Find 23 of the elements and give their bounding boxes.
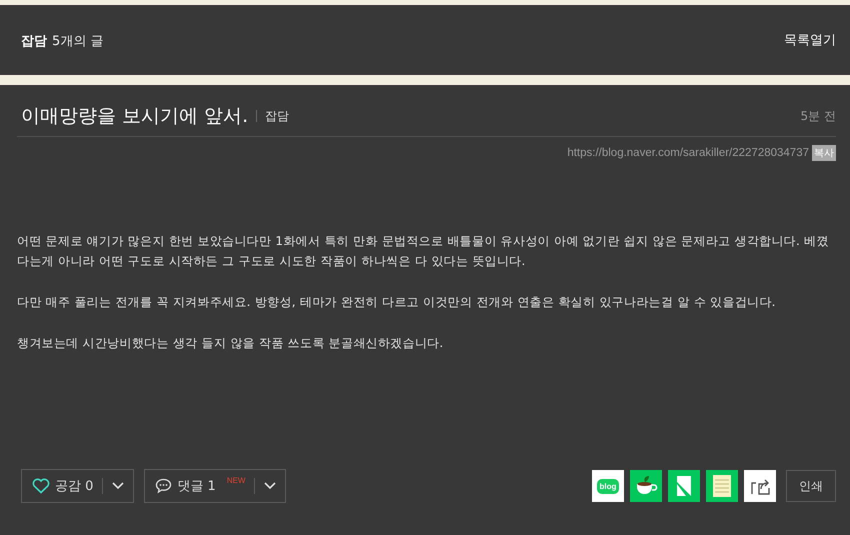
list-toggle-link[interactable]: 목록열기 bbox=[784, 31, 836, 49]
new-label: NEW bbox=[226, 476, 246, 485]
category-name: 잡담 bbox=[21, 34, 47, 49]
share-button[interactable] bbox=[744, 470, 776, 502]
speech-bubble-icon bbox=[155, 478, 172, 494]
cafe-share-button[interactable] bbox=[630, 470, 662, 502]
post-title: 이매망량을 보시기에 앞서. bbox=[21, 104, 248, 129]
post-category-link[interactable]: 잡담 bbox=[256, 110, 290, 122]
bookmark-k-icon bbox=[674, 475, 694, 497]
heart-icon bbox=[32, 478, 50, 494]
post-paragraph: 다만 매주 풀리는 전개를 꼭 지켜봐주세요. 방향성, 테마가 완전히 다르고 이것만의 전개와 연출은 확실히 있구나라는걸 알 수 있을겁니다. bbox=[17, 294, 777, 311]
cup-icon bbox=[634, 475, 658, 497]
share-icon bbox=[750, 477, 770, 495]
notepad-icon bbox=[712, 474, 732, 498]
blog-logo: blog bbox=[596, 478, 620, 494]
post-paragraph: 챙겨보는데 시간낭비했다는 생각 들지 않을 작품 쓰도록 분골쇄신하겠습니다. bbox=[17, 335, 445, 352]
post-count: 5개의 글 bbox=[52, 34, 104, 49]
post-url: https://blog.naver.com/sarakiller/222728034737 bbox=[567, 147, 809, 159]
post-paragraph: 어떤 문제로 얘기가 많은지 한번 보았습니다만 1화에서 특히 만화 문법적으로 배틀물이 유사성이 아예 없기란 쉽지 않은 문제라고 생각합니다. 베꼈다는게 아니라 어떤 구도로 시작하든 그 구도로 시도한 작품이 하나씩은 다 있다는 뜻입니다. bbox=[17, 233, 830, 270]
post-time: 5분 전 bbox=[800, 108, 836, 124]
chevron-down-icon bbox=[112, 482, 124, 490]
chevron-down-icon bbox=[264, 482, 276, 490]
print-button[interactable]: 인쇄 bbox=[786, 470, 836, 502]
